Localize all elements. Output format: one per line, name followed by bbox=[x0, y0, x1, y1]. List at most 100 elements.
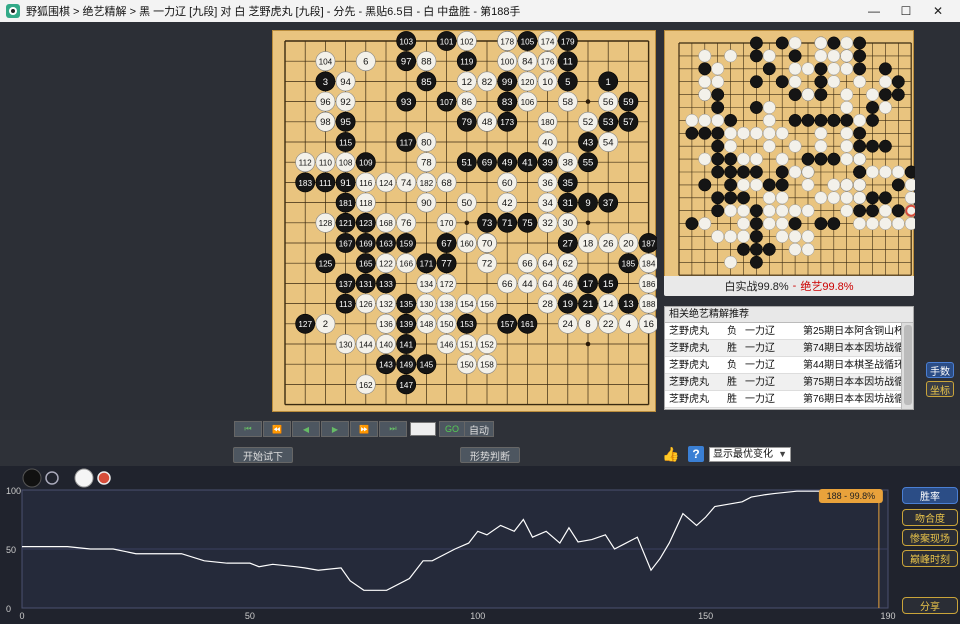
blunder-tab[interactable]: 惨案现场 bbox=[902, 529, 958, 546]
recommend-row[interactable]: 芝野虎丸胜一力辽第76期日本本因坊战循环 bbox=[665, 391, 913, 408]
black-stone bbox=[711, 191, 725, 205]
white-stone bbox=[788, 230, 802, 243]
recommend-row[interactable]: 芝野虎丸 胜一力辽 第74期日本本因坊战循环 bbox=[665, 340, 913, 357]
move-number: 52 bbox=[583, 117, 594, 128]
scroll-thumb[interactable] bbox=[904, 325, 912, 405]
black-stone: 183 bbox=[295, 172, 316, 193]
recommend-player: 芝野虎丸 bbox=[669, 343, 709, 354]
close-button[interactable]: ✕ bbox=[922, 0, 954, 22]
black-stone: 3 bbox=[315, 71, 336, 92]
next-move-button[interactable]: ▶ bbox=[321, 421, 349, 437]
white-stone: 52 bbox=[578, 111, 598, 132]
white-stone: 28 bbox=[537, 293, 558, 314]
peak-moment-tab[interactable]: 巅峰时刻 bbox=[902, 550, 958, 567]
white-stone: 54 bbox=[598, 132, 619, 152]
move-number: 116 bbox=[359, 179, 372, 188]
winrate-tab[interactable]: 胜率 bbox=[902, 487, 958, 504]
judge-position-button[interactable]: 形势判断 bbox=[460, 447, 520, 463]
move-number: 188 bbox=[642, 300, 656, 309]
move-number: 120 bbox=[521, 78, 535, 87]
white-stone: 16 bbox=[638, 313, 657, 334]
first-move-button[interactable]: ⏮ bbox=[234, 421, 262, 437]
move-number: 158 bbox=[480, 361, 494, 370]
white-stone: 94 bbox=[335, 71, 356, 92]
hand-number-toggle[interactable]: 手数 bbox=[926, 362, 954, 378]
white-stone bbox=[724, 255, 738, 269]
winrate-chart[interactable]: 100 50 00 50 100 150 190 188 - 99.8% bbox=[0, 466, 960, 624]
black-stone: 139 bbox=[396, 313, 417, 334]
move-number: 5 bbox=[565, 77, 570, 88]
move-number: 147 bbox=[399, 381, 413, 390]
recommend-scrollbar[interactable] bbox=[901, 323, 913, 409]
black-stone: 37 bbox=[598, 192, 619, 213]
white-stone: 154 bbox=[456, 293, 477, 314]
white-stone: 170 bbox=[436, 212, 457, 233]
white-stone: 68 bbox=[436, 172, 457, 193]
black-stone bbox=[891, 204, 905, 218]
recommend-row[interactable]: 芝野虎丸 胜一力辽 第75期日本本因坊战循环 bbox=[665, 374, 913, 391]
white-stone: 144 bbox=[355, 334, 376, 354]
black-stone bbox=[711, 88, 725, 102]
move-number: 56 bbox=[603, 97, 614, 108]
recommend-row[interactable]: 芝野虎丸 负一力辽 第44期日本棋圣战循环 bbox=[665, 357, 913, 374]
white-stone: 108 bbox=[335, 152, 356, 173]
recommend-player: 芝野虎丸 bbox=[669, 394, 709, 405]
autoplay-button[interactable]: 自动 bbox=[464, 421, 494, 437]
go-button[interactable]: GO bbox=[439, 421, 465, 437]
white-stone bbox=[788, 75, 802, 89]
board-canvas[interactable]: 1031011771051799711917511385995193107818… bbox=[273, 31, 657, 413]
back-10-button[interactable]: ⏪ bbox=[263, 421, 291, 437]
move-number: 53 bbox=[603, 117, 614, 128]
white-stone bbox=[775, 152, 789, 166]
move-number: 135 bbox=[399, 300, 413, 309]
coordinate-toggle[interactable]: 坐标 bbox=[926, 381, 954, 397]
black-stone bbox=[737, 242, 750, 256]
move-number: 130 bbox=[420, 300, 434, 309]
move-number: 20 bbox=[623, 238, 634, 249]
variation-select[interactable]: 显示最优变化 ▼ bbox=[709, 447, 791, 462]
white-stone bbox=[711, 75, 725, 89]
black-stone bbox=[878, 62, 892, 76]
white-stone bbox=[698, 75, 712, 89]
move-number-input[interactable] bbox=[410, 422, 436, 436]
black-stone: 49 bbox=[497, 152, 518, 173]
move-number: 126 bbox=[359, 300, 373, 309]
move-number: 64 bbox=[542, 279, 553, 290]
match-rate-tab[interactable]: 吻合度 bbox=[902, 509, 958, 526]
black-stone: 109 bbox=[355, 152, 376, 173]
white-stone bbox=[698, 49, 712, 63]
go-board[interactable]: 1031011771051799711917511385995193107818… bbox=[272, 30, 657, 413]
forward-10-button[interactable]: ⏩ bbox=[350, 421, 378, 437]
move-number: 82 bbox=[482, 77, 493, 88]
black-stone bbox=[711, 139, 725, 153]
recommend-event: 第75期日本本因坊战循环 bbox=[803, 377, 903, 388]
move-number: 160 bbox=[460, 239, 474, 248]
white-stone: 6 bbox=[355, 51, 376, 72]
minimize-button[interactable]: — bbox=[858, 0, 890, 22]
move-number: 172 bbox=[440, 280, 454, 289]
prev-move-button[interactable]: ◀ bbox=[292, 421, 320, 437]
move-number: 139 bbox=[399, 320, 413, 329]
move-number: 2 bbox=[323, 319, 328, 330]
move-number: 187 bbox=[642, 239, 656, 248]
start-trial-button[interactable]: 开始试下 bbox=[233, 447, 293, 463]
black-stone: 53 bbox=[598, 111, 619, 132]
move-number: 4 bbox=[626, 319, 631, 330]
white-stone bbox=[891, 217, 905, 231]
move-number: 72 bbox=[482, 259, 493, 270]
last-move-button[interactable]: ⏭ bbox=[379, 421, 407, 437]
move-number: 50 bbox=[462, 198, 473, 209]
thumbs-up-icon[interactable]: 👍 bbox=[662, 445, 680, 463]
white-stone: 50 bbox=[456, 192, 477, 213]
white-stone: 156 bbox=[477, 293, 497, 314]
move-number: 153 bbox=[460, 320, 474, 329]
white-stone: 78 bbox=[416, 152, 437, 173]
recommend-row[interactable]: 一力辽胜芝野虎丸第46期日本名人战循环 bbox=[665, 408, 913, 409]
maximize-button[interactable]: ☐ bbox=[890, 0, 922, 22]
move-number: 17 bbox=[583, 279, 594, 290]
white-stone: 112 bbox=[295, 152, 316, 173]
share-button[interactable]: 分享 bbox=[902, 597, 958, 614]
help-icon[interactable]: ? bbox=[688, 446, 704, 462]
move-number: 110 bbox=[319, 159, 332, 168]
recommend-row[interactable]: 芝野虎丸 负一力辽 第25期日本阿含铜山杯 bbox=[665, 323, 913, 340]
